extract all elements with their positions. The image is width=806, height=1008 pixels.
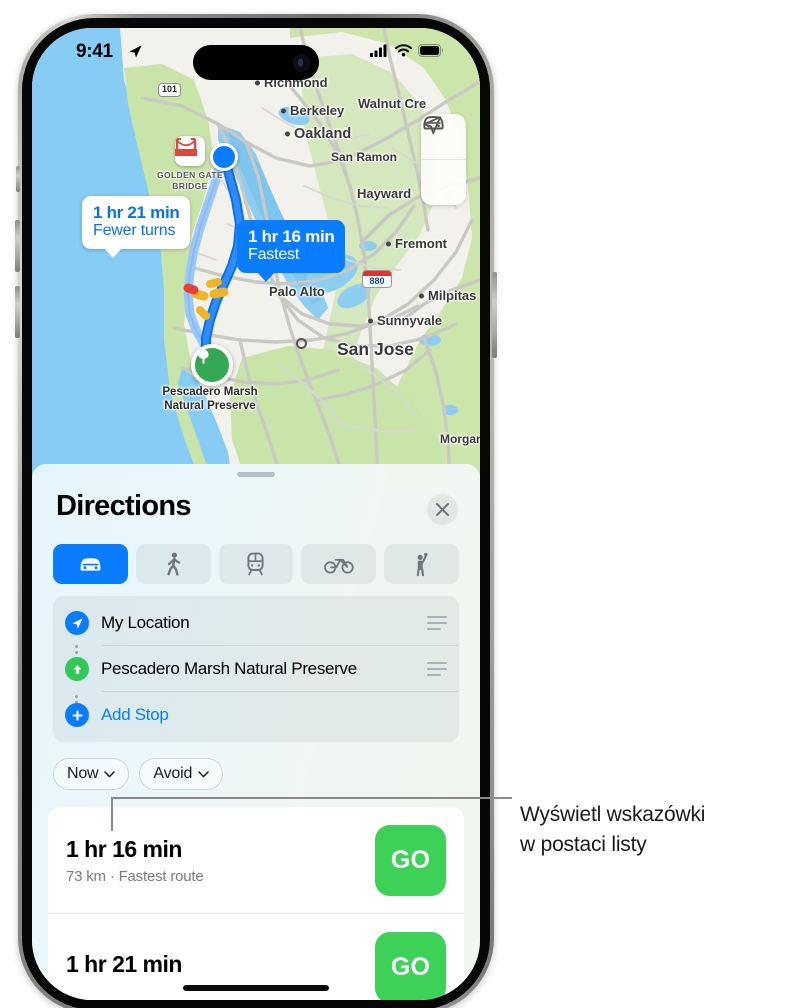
route-bubble-subtitle: Fewer turns (93, 222, 176, 240)
map-label-fremont: Fremont (395, 236, 447, 251)
map-label-sunnyvale: Sunnyvale (377, 313, 443, 328)
map-label-morgan-hill: Morgan Hil (440, 432, 480, 446)
callout-line-2: w postaci listy (520, 832, 647, 856)
annotation-callout: Wyświetl wskazówki w postaci listy (520, 800, 795, 860)
close-button[interactable] (427, 494, 458, 525)
map-label-san-jose: San Jose (337, 339, 414, 359)
tab-walk[interactable] (135, 544, 211, 584)
destination-map-label: Pescadero Marsh Natural Preserve (162, 386, 258, 412)
destination-park-pin[interactable] (191, 344, 233, 386)
map-controls-panel (421, 114, 466, 205)
add-stop-label: Add Stop (101, 705, 169, 724)
go-button[interactable]: GO (375, 931, 446, 1000)
front-camera (293, 54, 310, 71)
route-bubble-primary[interactable]: 1 hr 16 min Fastest (237, 220, 346, 282)
depart-time-label: Now (67, 765, 99, 782)
route-bubble-alternate[interactable]: 1 hr 21 min Fewer turns (82, 196, 191, 258)
field-destination[interactable]: Pescadero Marsh Natural Preserve (53, 646, 459, 692)
directions-sheet: Directions My Location Pescadero Marsh N… (32, 464, 480, 1000)
map-label-palo-alto: Palo Alto (269, 284, 325, 299)
depart-time-chip[interactable]: Now (53, 758, 130, 790)
tab-drive[interactable] (53, 544, 128, 584)
sheet-grabber[interactable] (237, 472, 275, 477)
volume-up-button[interactable] (15, 220, 20, 272)
route-bubble-time: 1 hr 21 min (93, 203, 180, 222)
screenshot-root: Richmond Berkeley Walnut Cre Oakland San… (0, 0, 806, 1008)
shield-number: 880 (369, 276, 385, 286)
volume-down-button[interactable] (15, 286, 20, 338)
route-options-row: Now Avoid (53, 758, 224, 790)
power-button[interactable] (492, 272, 497, 358)
field-origin[interactable]: My Location (53, 600, 459, 646)
tab-transit[interactable] (218, 544, 294, 584)
plus-icon (65, 703, 89, 727)
callout-line-1: Wyświetl wskazówki (520, 803, 706, 826)
route-duration: 1 hr 16 min (66, 835, 182, 862)
home-indicator[interactable] (183, 985, 329, 991)
chevron-down-icon (198, 770, 209, 777)
page-title: Directions (56, 490, 192, 522)
device-screen: Richmond Berkeley Walnut Cre Oakland San… (32, 28, 480, 1000)
tree-icon (198, 349, 209, 364)
dynamic-island (193, 45, 319, 80)
map-label-walnut-creek: Walnut Cre (358, 96, 427, 111)
map-label-hayward: Hayward (357, 186, 412, 201)
transport-mode-tabs (53, 544, 459, 584)
go-button[interactable]: GO (375, 824, 446, 896)
route-details: 73 km · Fastest route (66, 867, 204, 885)
destination-arrow-icon (65, 657, 89, 681)
map-label-berkeley: Berkeley (290, 103, 345, 118)
field-add-stop[interactable]: Add Stop (53, 692, 459, 738)
silent-switch[interactable] (16, 166, 20, 192)
map-label-milpitas: Milpitas (428, 288, 477, 303)
route-list-item[interactable]: 1 hr 16 min 73 km · Fastest route GO (48, 807, 464, 913)
user-location-dot (210, 143, 238, 171)
highway-shield-880: 880 (362, 270, 392, 288)
route-duration: 1 hr 21 min (66, 951, 182, 977)
routes-list: 1 hr 16 min 73 km · Fastest route GO 1 h… (48, 807, 464, 1000)
map-poi-dot (296, 338, 307, 349)
reorder-handle[interactable] (427, 616, 447, 630)
golden-gate-bridge-label: GOLDEN GATE BRIDGE (156, 170, 224, 191)
navigation-arrow-icon (423, 116, 442, 135)
train-icon (247, 552, 265, 576)
locate-me-button[interactable] (421, 116, 466, 205)
reorder-handle[interactable] (427, 662, 447, 676)
map-view[interactable]: Richmond Berkeley Walnut Cre Oakland San… (32, 28, 480, 480)
walk-icon (167, 552, 180, 576)
map-label-san-ramon: San Ramon (331, 150, 398, 164)
route-summary: 1 hr 21 min (66, 951, 375, 983)
golden-gate-bridge-poi[interactable] (175, 136, 205, 166)
close-icon (436, 503, 449, 516)
origin-label: My Location (101, 613, 190, 632)
route-bubble-subtitle: Fastest (248, 246, 300, 264)
avoid-label: Avoid (153, 765, 193, 782)
iphone-device: Richmond Berkeley Walnut Cre Oakland San… (15, 14, 497, 1008)
rideshare-icon (416, 552, 428, 576)
chevron-down-icon (104, 770, 116, 777)
destination-label: Pescadero Marsh Natural Preserve (101, 659, 357, 678)
tab-cycle[interactable] (301, 544, 377, 584)
route-fields-group: My Location Pescadero Marsh Natural Pres… (53, 596, 459, 742)
route-bubble-time: 1 hr 16 min (248, 227, 335, 246)
navigation-arrow-icon (65, 611, 89, 635)
tab-rideshare[interactable] (384, 544, 459, 584)
avoid-chip[interactable]: Avoid (139, 758, 224, 790)
route-summary: 1 hr 16 min 73 km · Fastest route (66, 836, 375, 885)
car-icon (80, 557, 101, 571)
bridge-icon (175, 138, 197, 156)
map-label-oakland: Oakland (294, 126, 352, 142)
highway-shield-101: 101 (158, 83, 182, 97)
bicycle-icon (323, 558, 354, 574)
